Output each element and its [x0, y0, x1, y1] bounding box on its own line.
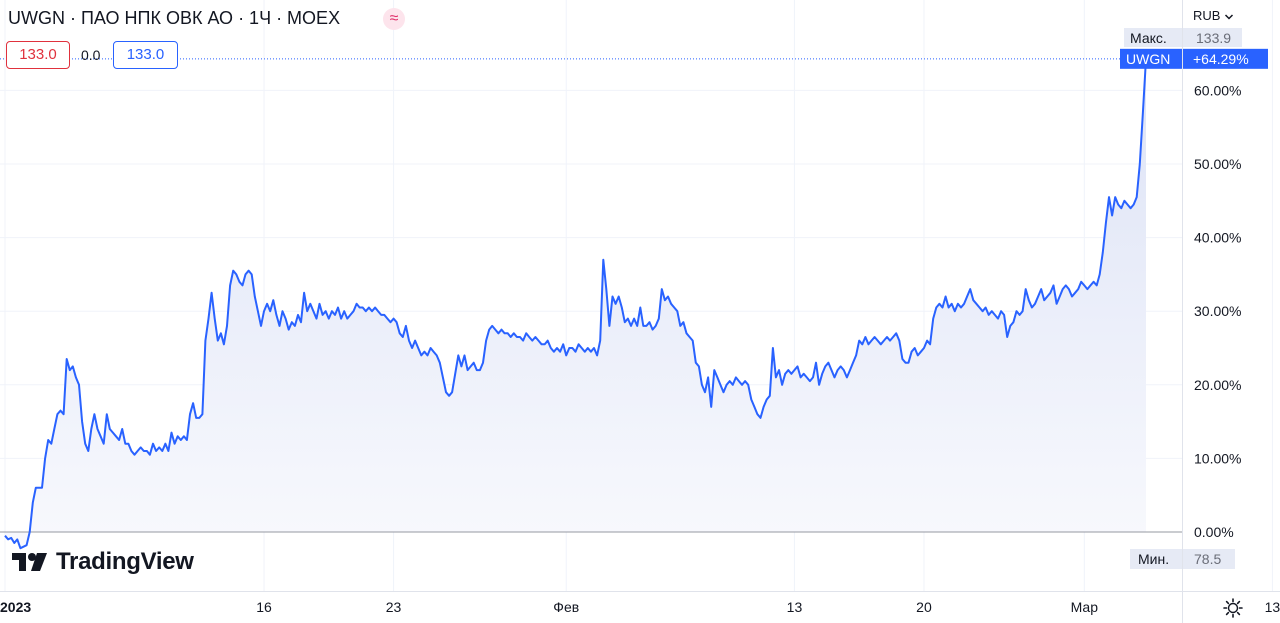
x-tick-label: Мар	[1071, 599, 1099, 615]
symbol-title[interactable]: UWGN · ПАО НПК ОВК АО · 1Ч · MOEX	[8, 8, 340, 29]
y-tick-label: 20.00%	[1194, 377, 1241, 393]
x-tick-label: 13	[1265, 599, 1280, 615]
x-tick-label: 16	[256, 599, 272, 615]
max-value-text: 133.9	[1196, 30, 1231, 46]
price-chart[interactable]: 0.00% 10.00% 20.00% 30.00% 40.00% 50.00% 60.00…	[0, 0, 1280, 623]
x-tick-label: 23	[386, 599, 402, 615]
y-tick-label: 0.00%	[1194, 524, 1234, 540]
max-label-text: Макс.	[1130, 30, 1167, 46]
y-tick-label: 40.00%	[1194, 230, 1241, 246]
last-value-text: +64.29%	[1193, 51, 1249, 67]
chevron-down-icon	[1225, 14, 1234, 20]
last-symbol-text: UWGN	[1126, 51, 1170, 67]
compare-indicator-icon[interactable]: ≈	[383, 8, 405, 30]
min-label-text: Мин.	[1138, 551, 1169, 567]
legend-open-value: 133.0	[6, 41, 70, 69]
y-tick-label: 10.00%	[1194, 450, 1241, 466]
x-tick-label: 20	[916, 599, 932, 615]
tradingview-logo[interactable]: TradingView	[10, 548, 194, 576]
x-tick-label: Фев	[553, 599, 579, 615]
currency-label: RUB	[1193, 8, 1221, 23]
x-tick-label: 13	[787, 599, 803, 615]
currency-select[interactable]: RUB	[1193, 8, 1234, 23]
legend-close-value: 133.0	[113, 41, 178, 69]
tradingview-logo-icon	[12, 553, 47, 571]
x-tick-label: 2023	[0, 599, 31, 615]
min-value-text: 78.5	[1194, 551, 1221, 567]
logo-text: TradingView	[56, 548, 194, 575]
y-tick-label: 50.00%	[1194, 156, 1241, 172]
y-tick-label: 60.00%	[1194, 82, 1241, 98]
settings-gear-icon[interactable]	[1222, 597, 1244, 619]
y-tick-label: 30.00%	[1194, 303, 1241, 319]
legend-change-value: 0.0	[81, 47, 101, 63]
